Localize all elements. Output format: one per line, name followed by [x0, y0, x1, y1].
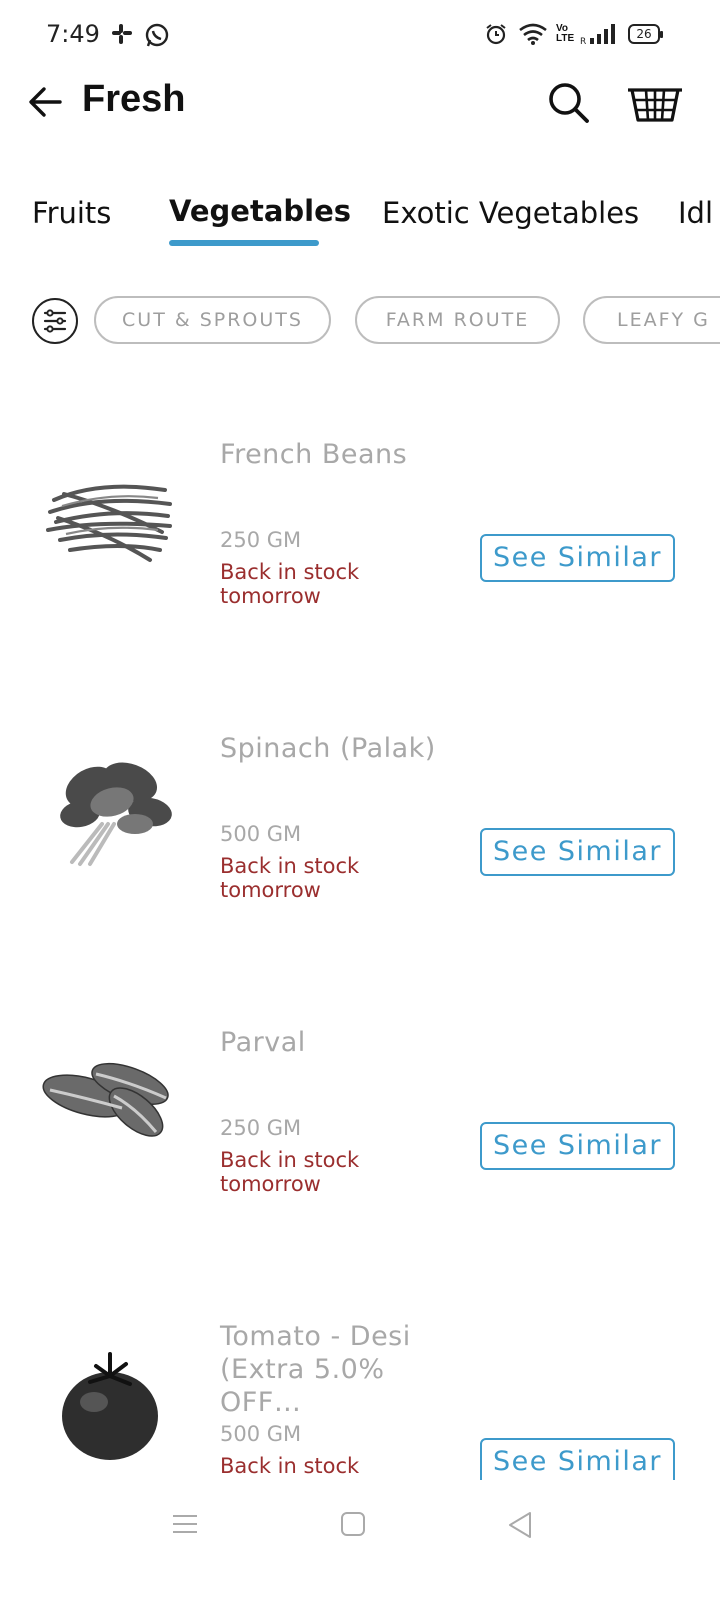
status-time: 7:49: [46, 20, 100, 48]
tab-idl[interactable]: Idl: [678, 196, 713, 230]
product-quantity: 250 GM: [220, 528, 302, 552]
product-list: French Beans 250 GM Back in stock tomorr…: [0, 380, 720, 1480]
product-quantity: 250 GM: [220, 1116, 302, 1140]
status-bar: 7:49 Vo LTE R 26: [0, 0, 720, 70]
see-similar-button[interactable]: See Similar: [480, 1122, 675, 1170]
list-item: Parval 250 GM Back in stock tomorrow See…: [0, 1026, 720, 1226]
product-name: Parval: [220, 1027, 306, 1058]
search-icon[interactable]: [546, 80, 592, 126]
system-nav-bar: [0, 1490, 720, 1560]
filter-chips: CUT & SPROUTS FARM ROUTE LEAFY G: [0, 296, 720, 346]
filter-sliders-icon[interactable]: [32, 298, 78, 344]
alarm-icon: [484, 22, 508, 51]
spinach-image: [40, 752, 180, 872]
chip-leafy[interactable]: LEAFY G: [583, 296, 720, 344]
tomato-image: [40, 1346, 180, 1466]
whatsapp-icon: [144, 22, 170, 53]
product-name: Spinach (Palak): [220, 733, 436, 764]
stock-status: Back in stock tomorrow: [220, 560, 360, 608]
back-arrow-icon[interactable]: [26, 82, 66, 122]
tab-fruits[interactable]: Fruits: [32, 196, 111, 230]
tab-vegetables[interactable]: Vegetables: [169, 194, 351, 228]
category-tabs: Fruits Vegetables Exotic Vegetables Idl: [0, 190, 720, 252]
see-similar-button[interactable]: See Similar: [480, 534, 675, 582]
slack-icon: [110, 22, 134, 51]
list-item: French Beans 250 GM Back in stock tomorr…: [0, 438, 720, 638]
page-title: Fresh: [82, 78, 186, 120]
signal-icon: R: [580, 22, 618, 51]
product-name: French Beans: [220, 439, 408, 470]
app-bar: Fresh: [0, 70, 720, 134]
stock-status: Back in stock tomorrow: [220, 1148, 360, 1196]
list-item: Tomato - Desi (Extra 5.0% OFF… 500 GM Ba…: [0, 1320, 720, 1480]
product-name: Tomato - Desi (Extra 5.0% OFF…: [220, 1321, 411, 1418]
list-item: Spinach (Palak) 500 GM Back in stock tom…: [0, 732, 720, 932]
stock-status: Back in stock tomorrow: [220, 1454, 360, 1480]
parval-image: [40, 1046, 180, 1166]
stock-status: Back in stock tomorrow: [220, 854, 360, 902]
svg-text:R: R: [580, 37, 586, 46]
tab-exotic-vegetables[interactable]: Exotic Vegetables: [382, 196, 639, 230]
basket-icon[interactable]: [626, 84, 684, 124]
see-similar-button[interactable]: See Similar: [480, 828, 675, 876]
chip-farm-route[interactable]: FARM ROUTE: [355, 296, 560, 344]
french-beans-image: [40, 460, 180, 580]
home-icon[interactable]: [340, 1510, 366, 1543]
product-quantity: 500 GM: [220, 1422, 302, 1446]
battery-icon: 26: [628, 24, 663, 44]
chip-cut-sprouts[interactable]: CUT & SPROUTS: [94, 296, 331, 344]
wifi-icon: [518, 22, 548, 51]
volte-icon: Vo LTE: [556, 23, 575, 44]
menu-icon[interactable]: [172, 1510, 198, 1543]
tab-active-indicator: [169, 240, 319, 246]
product-quantity: 500 GM: [220, 822, 302, 846]
see-similar-button[interactable]: See Similar: [480, 1438, 675, 1480]
back-triangle-icon[interactable]: [506, 1510, 534, 1545]
